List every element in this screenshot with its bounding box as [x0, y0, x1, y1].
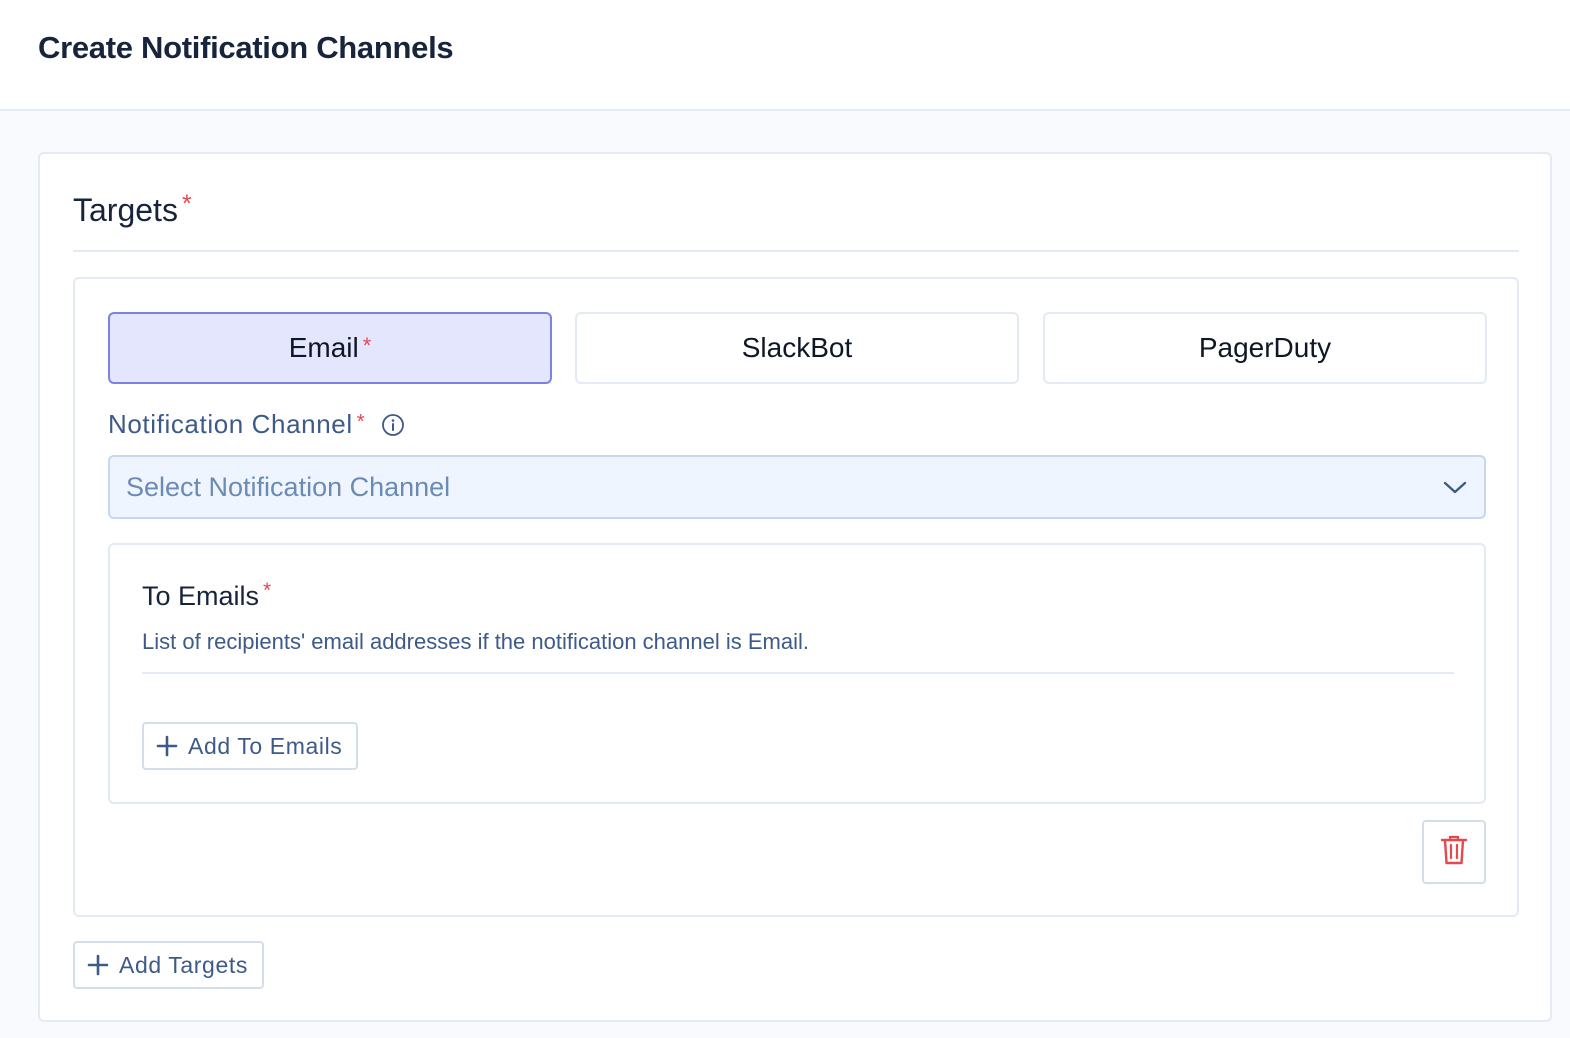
section-divider [73, 250, 1519, 252]
add-targets-label: Add Targets [119, 951, 248, 978]
add-to-emails-label: Add To Emails [188, 732, 343, 759]
targets-card: Targets * Email * SlackBot PagerDuty Notif… [38, 152, 1552, 1022]
tab-email-label: Email [288, 332, 359, 363]
tab-slackbot-label: SlackBot [741, 332, 853, 363]
targets-section-title: Targets * [73, 190, 192, 229]
required-mark: * [356, 411, 366, 433]
notification-channel-select[interactable]: Select Notification Channel [108, 455, 1486, 519]
notification-channel-label-text: Notification Channel [108, 409, 353, 439]
info-icon[interactable] [381, 413, 405, 437]
to-emails-section: To Emails * List of recipients' email add… [108, 543, 1486, 804]
to-emails-description: List of recipients' email addresses if t… [142, 629, 809, 654]
required-mark: * [362, 333, 372, 358]
page-title: Create Notification Channels [38, 30, 454, 65]
to-emails-title: To Emails * [142, 579, 272, 612]
trash-icon [1440, 835, 1468, 870]
required-mark: * [263, 579, 272, 602]
select-placeholder: Select Notification Channel [126, 471, 451, 502]
notification-channel-label: Notification Channel * [108, 409, 405, 440]
target-item: Email * SlackBot PagerDuty Notification C… [73, 277, 1519, 917]
to-emails-title-text: To Emails [142, 581, 260, 611]
add-to-emails-button[interactable]: Add To Emails [142, 722, 359, 770]
targets-title-text: Targets [73, 192, 178, 228]
tab-pagerduty-label: PagerDuty [1198, 332, 1332, 363]
emails-divider [142, 672, 1454, 674]
plus-icon [87, 954, 109, 976]
add-targets-button[interactable]: Add Targets [73, 941, 264, 989]
chevron-down-icon [1442, 477, 1468, 497]
tab-email[interactable]: Email * [108, 312, 552, 384]
plus-icon [156, 735, 178, 757]
required-mark: * [181, 190, 192, 218]
page-header: Create Notification Channels [0, 0, 1570, 111]
tab-pagerduty[interactable]: PagerDuty [1043, 312, 1487, 384]
delete-target-button[interactable] [1422, 820, 1486, 884]
tab-slackbot[interactable]: SlackBot [575, 312, 1019, 384]
